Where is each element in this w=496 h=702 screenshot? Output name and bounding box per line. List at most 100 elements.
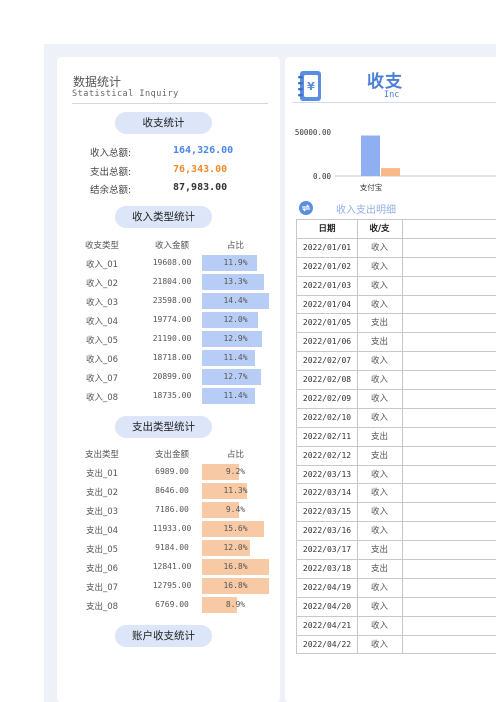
income-row[interactable]: 收入_08 18735.00 11.4% [73, 387, 273, 406]
ledger-row[interactable]: 2022/03/14 收入 [296, 484, 496, 504]
expense-amount-cell: 6769.00 [155, 600, 189, 609]
ledger-type-cell: 收入 [357, 522, 403, 541]
expense-type-section-pill[interactable]: 支出类型统计 [115, 416, 212, 438]
ledger-type-cell: 收入 [357, 352, 403, 371]
ledger-row[interactable]: 2022/03/13 收入 [296, 465, 496, 485]
detail-title: 收入支出明细 [336, 205, 396, 216]
ledger-row[interactable]: 2022/01/01 收入 [296, 238, 496, 258]
expense-amount-cell: 8646.00 [155, 486, 189, 495]
ledger-row[interactable]: 2022/04/19 收入 [296, 578, 496, 598]
income-pct-cell: 12.9% [202, 331, 269, 347]
ledger-row[interactable]: 2022/02/09 收入 [296, 390, 496, 409]
ledger-date-cell: 2022/03/15 [296, 503, 358, 522]
expense-amount-cell: 11933.00 [152, 524, 192, 533]
income-type-cell: 收入_06 [85, 355, 119, 365]
income-row[interactable]: 收入_02 21804.00 13.3% [73, 273, 273, 292]
balance-total-row: 结余总额: 87,983.00 [90, 182, 270, 196]
ledger-date-cell: 2022/01/04 [296, 295, 358, 314]
income-pct-label: 14.4% [223, 296, 248, 305]
income-pct-cell: 12.0% [202, 312, 269, 328]
ledger-type-cell: 收入 [357, 257, 403, 276]
expense-pct-label: 16.8% [223, 581, 248, 590]
ledger-date-cell: 2022/02/08 [296, 371, 358, 390]
ledger-row[interactable]: 2022/04/22 收入 [296, 635, 496, 655]
ledger-card: ¥ 收支 Inc 50000.00 0.00 支付宝 收入支出明细 日期 收/支 2… [285, 57, 496, 702]
statistics-card: 数据统计 Statistical Inquiry 收支统计 收入总额: 164,… [57, 57, 280, 702]
ledger-row[interactable]: 2022/01/06 支出 [296, 333, 496, 353]
expense-pct-cell: 11.3% [202, 483, 269, 499]
expense-pct-cell: 16.8% [202, 559, 269, 575]
income-pct-label: 12.7% [223, 372, 248, 381]
income-amount-header: 收入金额 [154, 241, 189, 251]
income-amount-cell: 21190.00 [152, 334, 192, 343]
expense-amount-cell: 9184.00 [155, 543, 189, 552]
expense-total-row: 支出总额: 76,343.00 [90, 164, 270, 178]
ledger-row[interactable]: 2022/02/12 支出 [296, 446, 496, 466]
ledger-row[interactable]: 2022/03/15 收入 [296, 503, 496, 523]
expense-type-table: 支出类型 支出金额 占比 支出_01 6989.00 9.2% 支出_02 8646.0… [73, 444, 273, 615]
ledger-type-cell: 收入 [357, 616, 403, 635]
ledger-date-cell: 2022/04/21 [296, 616, 358, 635]
income-row[interactable]: 收入_03 23598.00 14.4% [73, 292, 273, 311]
income-pct-cell: 11.9% [202, 255, 269, 271]
series-1-bar [361, 135, 380, 176]
summary-section-pill[interactable]: 收支统计 [115, 112, 212, 134]
income-type-table: 收支类型 收入金额 占比 收入_01 19608.00 11.9% 收入_02 2180… [73, 235, 273, 406]
income-row[interactable]: 收入_01 19608.00 11.9% [73, 254, 273, 273]
expense-table-header: 支出类型 支出金额 占比 [73, 444, 273, 463]
account-section-pill[interactable]: 账户收支统计 [115, 625, 212, 647]
ledger-row[interactable]: 2022/02/07 收入 [296, 352, 496, 372]
ledger-row[interactable]: 2022/01/02 收入 [296, 257, 496, 277]
expense-row[interactable]: 支出_08 6769.00 8.9% [73, 596, 273, 615]
ledger-type-cell: 收入 [357, 295, 403, 314]
ledger-type-cell: 收入 [357, 578, 403, 597]
income-total-row: 收入总额: 164,326.00 [90, 145, 270, 159]
ledger-row[interactable]: 2022/01/05 支出 [296, 314, 496, 334]
ledger-row[interactable]: 2022/01/03 收入 [296, 276, 496, 296]
ledger-type-cell: 收入 [357, 635, 403, 654]
ledger-row[interactable]: 2022/03/16 收入 [296, 522, 496, 542]
ledger-row[interactable]: 2022/01/04 收入 [296, 295, 496, 315]
expense-pct-cell: 15.6% [202, 521, 269, 537]
expense-row[interactable]: 支出_02 8646.00 11.3% [73, 482, 273, 501]
ledger-date-cell: 2022/02/07 [296, 352, 358, 371]
expense-pct-label: 9.4% [225, 505, 246, 514]
expense-pct-label: 8.9% [225, 600, 246, 609]
expense-amount-cell: 12795.00 [152, 581, 192, 590]
income-type-cell: 收入_08 [85, 393, 119, 403]
income-row[interactable]: 收入_04 19774.00 12.0% [73, 311, 273, 330]
ledger-type-cell: 收入 [357, 408, 403, 427]
income-amount-cell: 19774.00 [152, 315, 192, 324]
card-divider [72, 103, 268, 104]
ledger-row[interactable]: 2022/03/17 支出 [296, 541, 496, 561]
income-pct-label: 13.3% [223, 277, 248, 286]
income-type-section-pill[interactable]: 收入类型统计 [115, 206, 212, 228]
expense-row[interactable]: 支出_05 9184.00 12.0% [73, 539, 273, 558]
income-pct-cell: 14.4% [202, 293, 269, 309]
ledger-header-row: 日期 收/支 [296, 220, 496, 239]
ledger-row[interactable]: 2022/02/10 收入 [296, 408, 496, 428]
refresh-icon[interactable] [299, 201, 313, 215]
ledger-row[interactable]: 2022/04/21 收入 [296, 616, 496, 636]
expense-type-cell: 支出_07 [85, 583, 119, 593]
ledger-row[interactable]: 2022/04/20 收入 [296, 597, 496, 617]
expense-row[interactable]: 支出_07 12795.00 16.8% [73, 577, 273, 596]
ledger-row[interactable]: 2022/02/08 收入 [296, 371, 496, 391]
income-amount-cell: 23598.00 [152, 296, 192, 305]
expense-row[interactable]: 支出_01 6989.00 9.2% [73, 463, 273, 482]
ledger-date-cell: 2022/04/22 [296, 635, 358, 654]
expense-row[interactable]: 支出_04 11933.00 15.6% [73, 520, 273, 539]
income-pct-label: 12.9% [223, 334, 248, 343]
ledger-row[interactable]: 2022/03/18 支出 [296, 560, 496, 579]
expense-type-cell: 支出_05 [85, 545, 119, 555]
expense-row[interactable]: 支出_03 7186.00 9.4% [73, 501, 273, 520]
income-row[interactable]: 收入_05 21190.00 12.9% [73, 330, 273, 349]
income-row[interactable]: 收入_07 20899.00 12.7% [73, 368, 273, 387]
ledger-type-cell: 支出 [357, 427, 403, 446]
expense-row[interactable]: 支出_06 12841.00 16.8% [73, 558, 273, 577]
ledger-row[interactable]: 2022/02/11 支出 [296, 427, 496, 447]
expense-pct-label: 16.8% [223, 562, 248, 571]
income-row[interactable]: 收入_06 18718.00 11.4% [73, 349, 273, 368]
expense-amount-header: 支出金额 [154, 450, 189, 460]
ledger-type-cell: 收入 [357, 597, 403, 616]
